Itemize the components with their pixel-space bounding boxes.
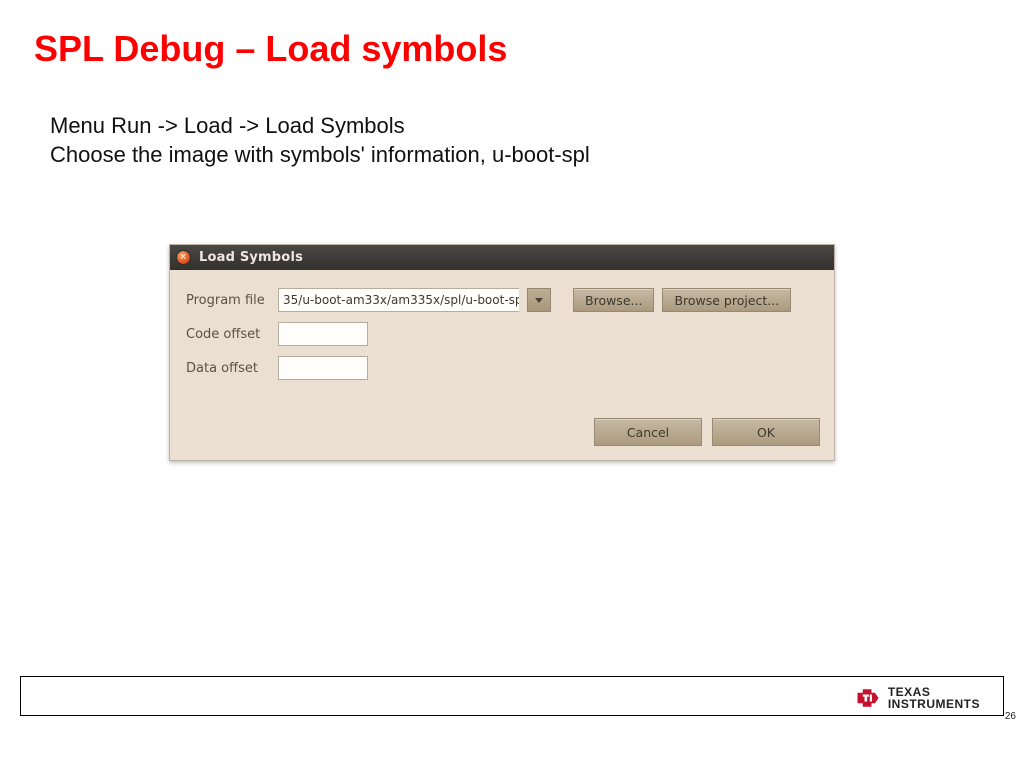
close-icon[interactable] [176,250,191,265]
ti-brand-line2: INSTRUMENTS [888,698,980,710]
code-offset-input[interactable] [278,322,368,346]
chevron-down-icon [535,298,543,303]
data-offset-row: Data offset [186,356,818,380]
program-file-input[interactable]: 35/u-boot-am33x/am335x/spl/u-boot-spl [278,288,519,312]
dialog-actions: Cancel OK [170,396,834,460]
body-line-2: Choose the image with symbols' informati… [50,141,590,170]
body-line-1: Menu Run -> Load -> Load Symbols [50,112,590,141]
slide: SPL Debug – Load symbols Menu Run -> Loa… [0,0,1024,768]
browse-button[interactable]: Browse... [573,288,654,312]
data-offset-input[interactable] [278,356,368,380]
slide-title: SPL Debug – Load symbols [34,28,507,70]
program-file-row: Program file 35/u-boot-am33x/am335x/spl/… [186,288,818,312]
code-offset-label: Code offset [186,327,270,342]
cancel-button[interactable]: Cancel [594,418,702,446]
browse-project-button[interactable]: Browse project... [662,288,791,312]
slide-body: Menu Run -> Load -> Load Symbols Choose … [50,112,590,169]
load-symbols-dialog: Load Symbols Program file 35/u-boot-am33… [169,244,835,461]
ok-button[interactable]: OK [712,418,820,446]
dialog-titlebar: Load Symbols [170,245,834,270]
program-file-label: Program file [186,293,270,308]
dialog-body: Program file 35/u-boot-am33x/am335x/spl/… [170,270,834,396]
ti-brand-text: TEXAS INSTRUMENTS [888,686,980,710]
ti-chip-icon [854,684,882,712]
dialog-title: Load Symbols [199,250,303,265]
program-file-dropdown[interactable] [527,288,551,312]
page-number: 26 [1005,711,1016,722]
data-offset-label: Data offset [186,361,270,376]
code-offset-row: Code offset [186,322,818,346]
ti-logo: TEXAS INSTRUMENTS [854,684,980,712]
